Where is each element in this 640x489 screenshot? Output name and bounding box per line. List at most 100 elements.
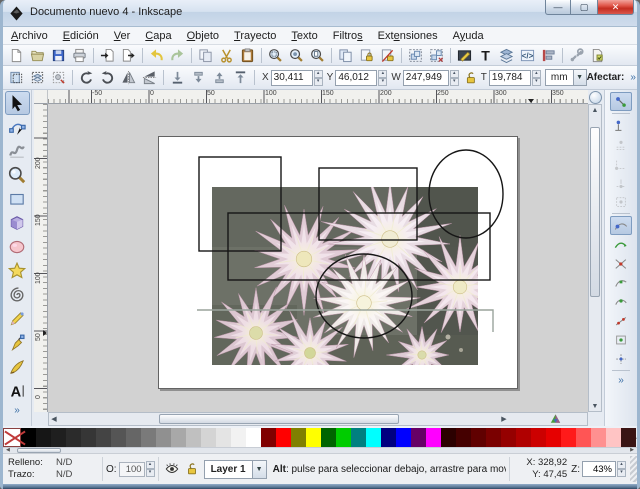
toolbox-overflow-button[interactable]: » bbox=[14, 405, 20, 416]
fill-stroke-button[interactable] bbox=[454, 46, 475, 65]
palette-swatch-808000[interactable] bbox=[291, 428, 306, 447]
node-editor-tool-button[interactable] bbox=[5, 115, 30, 139]
snap-smooth-nodes-button[interactable] bbox=[610, 292, 632, 311]
zoom-page-button[interactable] bbox=[307, 46, 328, 65]
maximize-button[interactable]: ▢ bbox=[571, 0, 597, 15]
palette-swatch-0000ff[interactable] bbox=[396, 428, 411, 447]
palette-swatch-00ffff[interactable] bbox=[366, 428, 381, 447]
vertical-scrollbar[interactable]: ▲ ▼ bbox=[588, 104, 602, 412]
units-dropdown[interactable]: mm ▼ bbox=[544, 69, 587, 86]
clone-button[interactable] bbox=[356, 46, 377, 65]
minimize-button[interactable]: — bbox=[545, 0, 571, 15]
menu-archivo[interactable]: Archivo bbox=[11, 30, 48, 42]
y-spinner[interactable]: ▴ ▾ bbox=[378, 69, 388, 86]
menu-edición[interactable]: Edición bbox=[63, 30, 99, 42]
snap-rotation-center-button[interactable] bbox=[610, 349, 632, 368]
box-3d-tool-button[interactable] bbox=[5, 211, 30, 235]
palette-swatch-660066[interactable] bbox=[411, 428, 426, 447]
snap-bbox-corners-button[interactable] bbox=[610, 154, 632, 173]
palette-swatch-950000[interactable] bbox=[501, 428, 516, 447]
selector-tool-button[interactable] bbox=[4, 91, 30, 115]
raise-to-top-button[interactable] bbox=[230, 68, 251, 87]
snap-bbox-midpoints-button[interactable] bbox=[610, 173, 632, 192]
palette-swatch-555555[interactable] bbox=[111, 428, 126, 447]
new-document-button[interactable] bbox=[6, 46, 27, 65]
snap-bbox-button[interactable] bbox=[610, 116, 632, 135]
layers-button[interactable] bbox=[496, 46, 517, 65]
zoom-drawing-button[interactable] bbox=[286, 46, 307, 65]
palette-swatch-909090[interactable] bbox=[156, 428, 171, 447]
hscroll-thumb[interactable] bbox=[159, 414, 399, 424]
lower-to-bottom-button[interactable] bbox=[167, 68, 188, 87]
w-spinner[interactable]: ▴ ▾ bbox=[449, 69, 459, 86]
text-dialog-button[interactable]: T bbox=[475, 46, 496, 65]
menu-trayecto[interactable]: Trayecto bbox=[234, 30, 276, 42]
deselect-button[interactable] bbox=[48, 68, 69, 87]
scroll-up-icon[interactable]: ▲ bbox=[589, 105, 601, 115]
palette-swatch-2b0000[interactable] bbox=[441, 428, 456, 447]
snap-enable-button[interactable] bbox=[610, 92, 632, 111]
palette-swatch-600000[interactable] bbox=[471, 428, 486, 447]
corner-button[interactable] bbox=[589, 91, 602, 104]
ellipse-tool-button[interactable] bbox=[5, 235, 30, 259]
select-all-layers-button[interactable] bbox=[27, 68, 48, 87]
menu-capa[interactable]: Capa bbox=[145, 30, 171, 42]
rectangle-tool-button[interactable] bbox=[5, 187, 30, 211]
palette-swatch-666666[interactable] bbox=[126, 428, 141, 447]
ungroup-button[interactable] bbox=[426, 46, 447, 65]
horizontal-ruler[interactable]: -50 0 50 100 150 200 250 300 350 bbox=[48, 90, 588, 104]
lower-button[interactable] bbox=[188, 68, 209, 87]
zoom-selection-button[interactable] bbox=[265, 46, 286, 65]
palette-swatch-000080[interactable] bbox=[381, 428, 396, 447]
print-button[interactable] bbox=[69, 46, 90, 65]
layer-visibility-button[interactable] bbox=[162, 459, 182, 479]
cut-button[interactable] bbox=[216, 46, 237, 65]
menu-texto[interactable]: Texto bbox=[291, 30, 317, 42]
group-button[interactable] bbox=[405, 46, 426, 65]
open-button[interactable] bbox=[27, 46, 48, 65]
opacity-input[interactable] bbox=[118, 461, 145, 477]
layer-selector[interactable]: Layer 1 ▼ bbox=[203, 459, 267, 479]
zoom-input[interactable] bbox=[582, 461, 616, 477]
tweak-tool-button[interactable] bbox=[5, 139, 30, 163]
palette-swatch-008080[interactable] bbox=[351, 428, 366, 447]
palette-swatch-none[interactable] bbox=[3, 428, 21, 447]
palette-swatch-7a0000[interactable] bbox=[486, 428, 501, 447]
paste-button[interactable] bbox=[237, 46, 258, 65]
palette-swatch-cc0000[interactable] bbox=[531, 428, 546, 447]
flip-horizontal-button[interactable] bbox=[118, 68, 139, 87]
rotate-ccw-button[interactable] bbox=[76, 68, 97, 87]
palette-swatch-b00000[interactable] bbox=[516, 428, 531, 447]
close-button[interactable]: ✕ bbox=[597, 0, 634, 15]
palette-swatch-e4e4e4[interactable] bbox=[216, 428, 231, 447]
palette-swatch-ff9090[interactable] bbox=[591, 428, 606, 447]
toolbar-overflow-button[interactable]: » bbox=[630, 72, 636, 83]
photo-cactus-flowers[interactable] bbox=[212, 178, 507, 389]
palette-swatch-3a1414[interactable] bbox=[621, 428, 636, 447]
palette-swatch-d4d4d4[interactable] bbox=[201, 428, 216, 447]
document-properties-button[interactable] bbox=[587, 46, 608, 65]
raise-button[interactable] bbox=[209, 68, 230, 87]
duplicate-button[interactable] bbox=[335, 46, 356, 65]
palette-swatch-363636[interactable] bbox=[81, 428, 96, 447]
menu-objeto[interactable]: Objeto bbox=[187, 30, 219, 42]
h-spinner[interactable]: ▴ ▾ bbox=[531, 69, 541, 86]
palette-overflow-arrow[interactable]: ◂ bbox=[636, 428, 637, 447]
menu-ver[interactable]: Ver bbox=[114, 30, 131, 42]
redo-button[interactable] bbox=[167, 46, 188, 65]
snap-nodes-button[interactable] bbox=[610, 216, 632, 235]
snap-midpoints-button[interactable] bbox=[610, 311, 632, 330]
color-managed-display-icon[interactable] bbox=[549, 413, 562, 425]
pencil-tool-button[interactable] bbox=[5, 307, 30, 331]
palette-swatch-161616[interactable] bbox=[36, 428, 51, 447]
palette-swatch-f2f2f2[interactable] bbox=[231, 428, 246, 447]
palette-swatch-ff5555[interactable] bbox=[576, 428, 591, 447]
fill-stroke-indicator[interactable]: Relleno: N/D Trazo: N/D bbox=[3, 457, 99, 481]
zoom-spinner[interactable]: ▴ ▾ bbox=[617, 461, 626, 477]
palette-swatch-00cc00[interactable] bbox=[336, 428, 351, 447]
copy-button[interactable] bbox=[195, 46, 216, 65]
palette-swatch-e60000[interactable] bbox=[546, 428, 561, 447]
palette-swatch-800000[interactable] bbox=[261, 428, 276, 447]
palette-swatch-a8a8a8[interactable] bbox=[171, 428, 186, 447]
y-input[interactable] bbox=[335, 69, 378, 86]
